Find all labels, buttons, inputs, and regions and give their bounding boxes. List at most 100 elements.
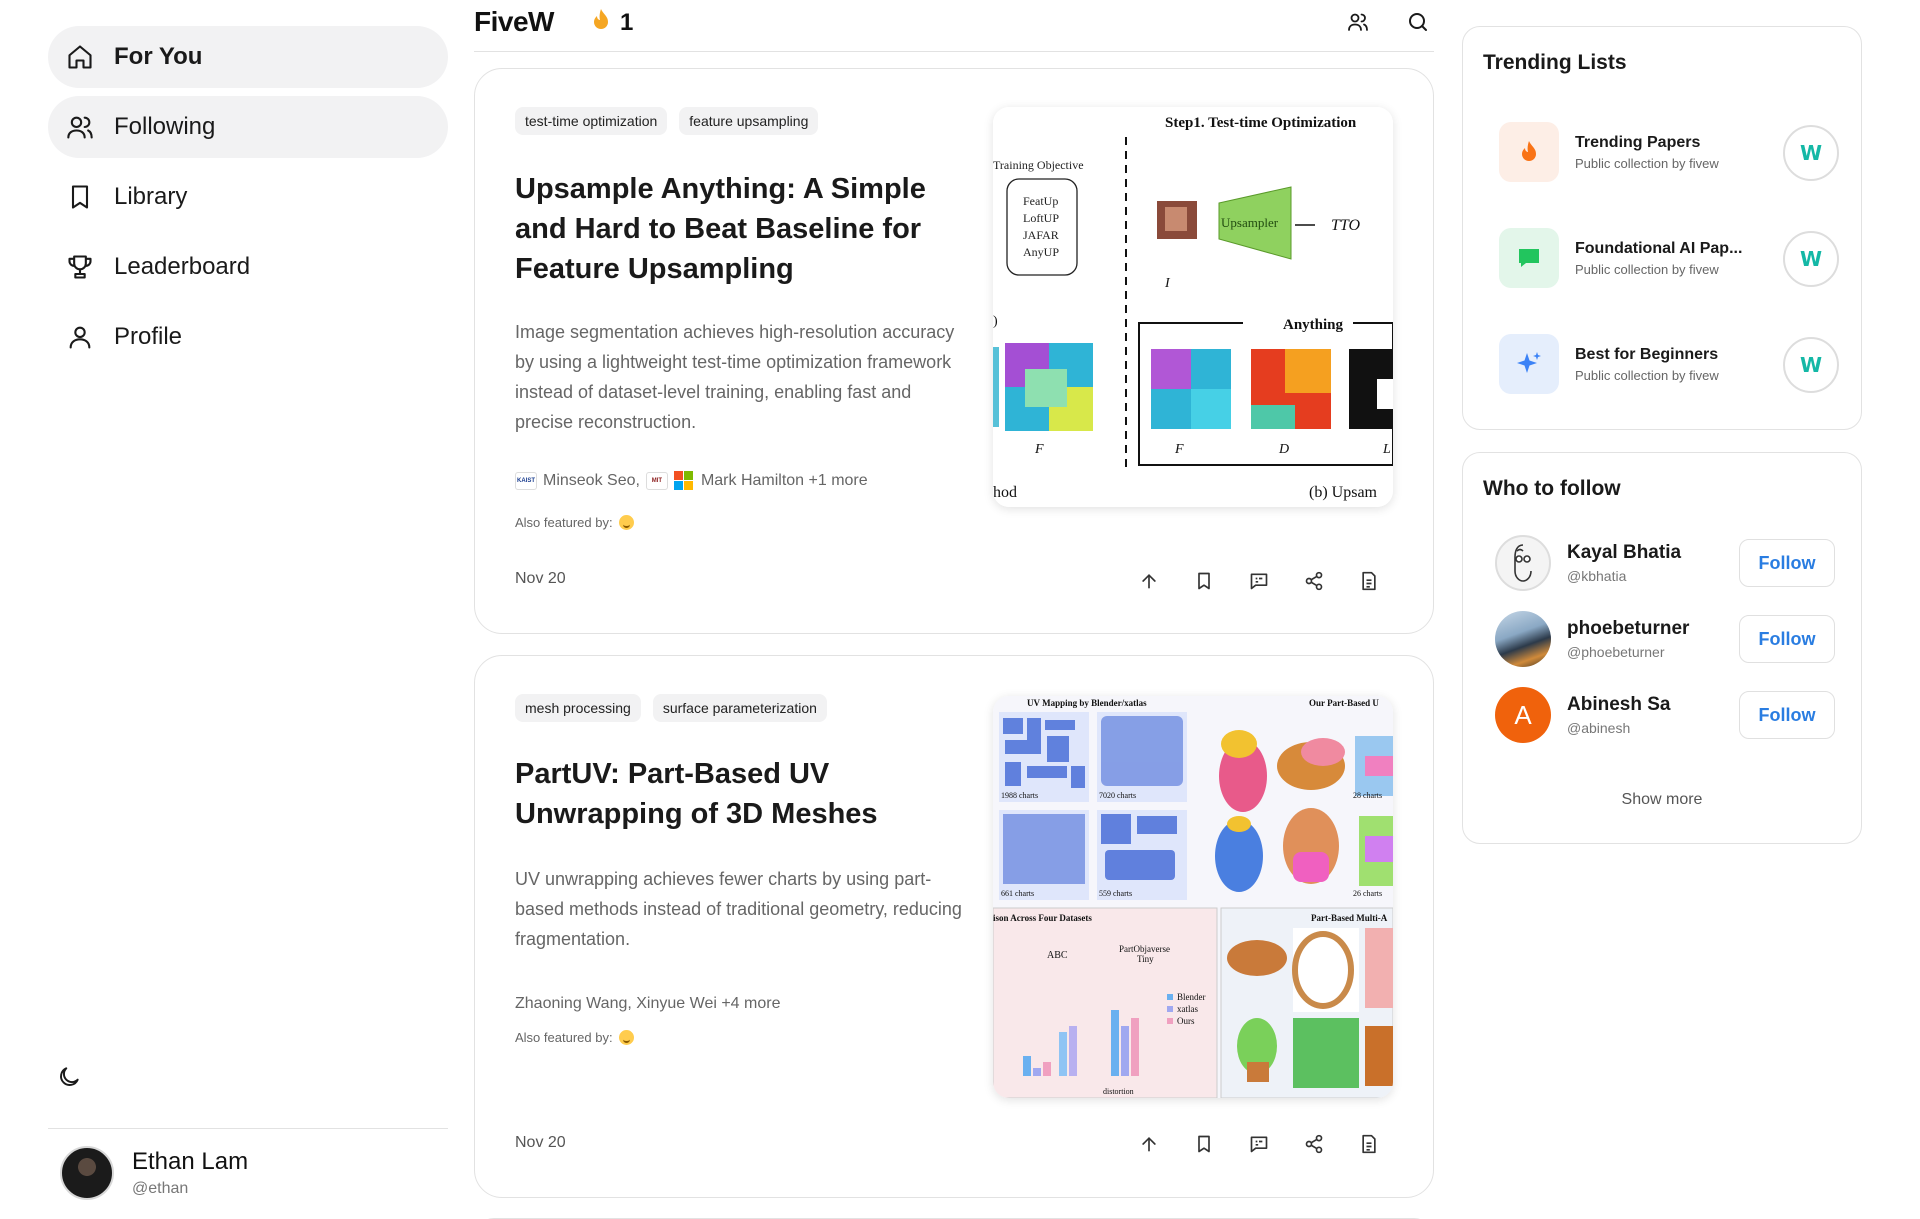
trending-list-item[interactable]: Foundational AI Pap... Public collection…: [1499, 227, 1839, 289]
paper-title[interactable]: Upsample Anything: A Simple and Hard to …: [515, 169, 955, 289]
trending-list-item[interactable]: Trending Papers Public collection by fiv…: [1499, 121, 1839, 183]
fivew-avatar[interactable]: W: [1783, 231, 1839, 287]
who-to-follow-panel: Who to follow Kayal Bhatia @kbhatia Foll…: [1462, 452, 1862, 844]
microsoft-logo: [673, 471, 693, 490]
brand-logo[interactable]: FiveW: [474, 6, 554, 38]
paper-card[interactable]: mesh processing surface parameterization…: [474, 655, 1434, 1198]
follow-button[interactable]: Follow: [1739, 691, 1835, 739]
person-name[interactable]: phoebeturner: [1567, 618, 1689, 640]
tag[interactable]: test-time optimization: [515, 107, 668, 135]
chat-bubble-icon: [1499, 228, 1559, 288]
upvote-icon[interactable]: [1137, 1132, 1161, 1156]
author-names-more: Mark Hamilton +1 more: [700, 471, 868, 489]
comment-icon[interactable]: [1247, 569, 1271, 593]
sidebar-divider: [48, 1128, 448, 1129]
sidebar: For You Following Library Leaderboard Pr…: [48, 26, 448, 1206]
panel-title: Trending Lists: [1483, 51, 1627, 74]
trending-list-item[interactable]: Best for Beginners Public collection by …: [1499, 333, 1839, 395]
fivew-avatar[interactable]: W: [1783, 125, 1839, 181]
figure-objective: JAFAR: [1023, 228, 1059, 242]
flame-icon: [590, 8, 612, 38]
streak-counter[interactable]: 1: [590, 8, 633, 38]
tag[interactable]: feature upsampling: [679, 107, 819, 135]
figure-objective: AnyUP: [1023, 245, 1059, 259]
avatar[interactable]: A: [1495, 687, 1551, 743]
fivew-avatar[interactable]: W: [1783, 337, 1839, 393]
home-icon: [64, 41, 96, 73]
paper-figure[interactable]: Step1. Test-time Optimization Training O…: [993, 107, 1393, 507]
paper-title[interactable]: PartUV: Part-Based UV Unwrapping of 3D M…: [515, 754, 955, 834]
list-name: Best for Beginners: [1575, 345, 1719, 363]
nav-item-profile[interactable]: Profile: [48, 306, 448, 368]
bookmark-icon[interactable]: [1192, 569, 1216, 593]
user-name: Ethan Lam: [132, 1148, 249, 1175]
hugging-face-icon[interactable]: [618, 515, 634, 530]
figure-bottom-left: ison Across Four Datasets: [993, 913, 1092, 923]
comment-icon[interactable]: [1247, 1132, 1271, 1156]
figure-dlr: D: [1278, 442, 1289, 457]
people-icon[interactable]: [1346, 10, 1372, 36]
tag-list: test-time optimization feature upsamplin…: [515, 107, 830, 135]
bookmark-icon[interactable]: [1192, 1132, 1216, 1156]
also-featured: Also featured by:: [515, 515, 634, 530]
share-icon[interactable]: [1302, 1132, 1326, 1156]
upvote-icon[interactable]: [1137, 569, 1161, 593]
figure-abc: ABC: [1047, 950, 1068, 961]
figure-top-left: UV Mapping by Blender/xatlas: [1027, 698, 1147, 708]
figure-objective: LoftUP: [1023, 211, 1059, 225]
document-icon[interactable]: [1357, 569, 1381, 593]
chart-count: 28 charts: [1353, 791, 1382, 800]
document-icon[interactable]: [1357, 1132, 1381, 1156]
follow-suggestion: A Abinesh Sa @abinesh Follow: [1495, 687, 1835, 743]
current-user[interactable]: Ethan Lam @ethan: [60, 1146, 248, 1200]
figure-distortion: distortion: [1103, 1087, 1134, 1096]
paper-figure[interactable]: UV Mapping by Blender/xatlas Our Part-Ba…: [993, 696, 1393, 1098]
figure-upsampler: Upsampler: [1221, 215, 1279, 230]
nav-item-leaderboard[interactable]: Leaderboard: [48, 236, 448, 298]
figure-bottom-right: Part-Based Multi-A: [1311, 913, 1388, 923]
nav-item-following[interactable]: Following: [48, 96, 448, 158]
tag[interactable]: surface parameterization: [652, 694, 827, 722]
person-name[interactable]: Kayal Bhatia: [1567, 542, 1681, 564]
card-actions: [1106, 569, 1381, 593]
list-name: Trending Papers: [1575, 133, 1701, 151]
moon-icon[interactable]: [56, 1064, 88, 1096]
nav-label: Leaderboard: [114, 253, 251, 280]
show-more-link[interactable]: Show more: [1463, 791, 1861, 809]
chart-count: 559 charts: [1099, 889, 1132, 898]
author-names: Minseok Seo,: [543, 471, 640, 489]
figure-top-right: Our Part-Based U: [1309, 698, 1379, 708]
paper-authors: KAIST Minseok Seo, MIT Mark Hamilton +1 …: [515, 471, 868, 490]
chart-count: 26 charts: [1353, 889, 1382, 898]
hugging-face-icon[interactable]: [618, 1030, 634, 1045]
figure-anything: Anything: [1283, 317, 1344, 333]
svg-text:): ): [993, 314, 998, 329]
paper-authors: Zhaoning Wang, Xinyue Wei +4 more: [515, 995, 781, 1012]
search-icon[interactable]: [1406, 10, 1432, 36]
figure-tiny: Tiny: [1137, 954, 1154, 964]
paper-card[interactable]: test-time optimization feature upsamplin…: [474, 68, 1434, 634]
figure-partobj: PartObjaverse: [1119, 944, 1170, 954]
feed-header: FiveW 1: [474, 0, 1434, 52]
featured-label: Also featured by:: [515, 515, 613, 530]
list-sub: Public collection by fivew: [1575, 155, 1719, 171]
follow-button[interactable]: Follow: [1739, 539, 1835, 587]
nav-item-library[interactable]: Library: [48, 166, 448, 228]
avatar[interactable]: [1495, 611, 1551, 667]
nav-item-for-you[interactable]: For You: [48, 26, 448, 88]
share-icon[interactable]: [1302, 569, 1326, 593]
follow-button[interactable]: Follow: [1739, 615, 1835, 663]
figure-step-title: Step1. Test-time Optimization: [1165, 115, 1357, 131]
avatar[interactable]: [1495, 535, 1551, 591]
nav-label: For You: [114, 43, 203, 70]
paper-summary: UV unwrapping achieves fewer charts by u…: [515, 869, 962, 949]
paper-date: Nov 20: [515, 1134, 566, 1151]
person-handle: @phoebeturner: [1567, 644, 1665, 660]
list-name: Foundational AI Pap...: [1575, 239, 1743, 257]
panel-title: Who to follow: [1483, 477, 1621, 500]
featured-label: Also featured by:: [515, 1030, 613, 1045]
tag[interactable]: mesh processing: [515, 694, 641, 722]
figure-caption: (b) Upsam: [1309, 484, 1378, 501]
flame-icon: [1499, 122, 1559, 182]
person-name[interactable]: Abinesh Sa: [1567, 694, 1670, 716]
